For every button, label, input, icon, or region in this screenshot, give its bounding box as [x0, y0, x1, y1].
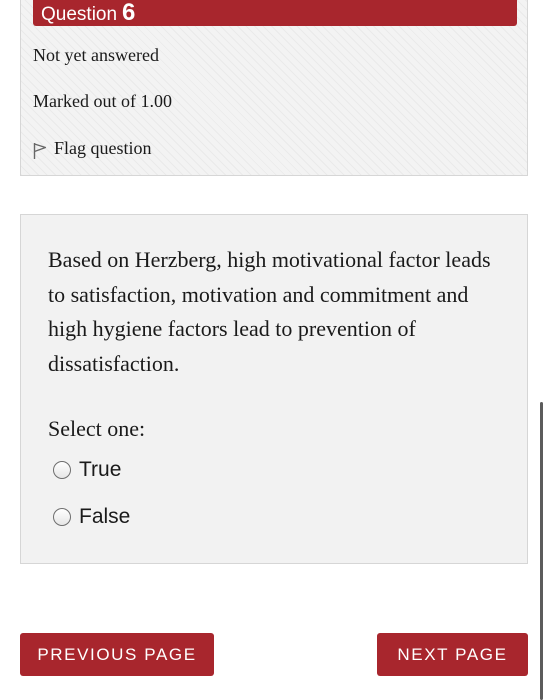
- question-panel: Based on Herzberg, high motivational fac…: [20, 214, 528, 564]
- previous-page-button[interactable]: PREVIOUS PAGE: [20, 633, 214, 676]
- option-false-label: False: [79, 505, 131, 528]
- next-page-button[interactable]: NEXT PAGE: [377, 633, 528, 676]
- question-marks: Marked out of 1.00: [33, 91, 172, 111]
- question-status: Not yet answered: [33, 45, 159, 65]
- radio-button-icon[interactable]: [53, 508, 71, 526]
- flag-question-link[interactable]: Flag question: [33, 136, 152, 160]
- question-info-panel: Question 6 Not yet answered Marked out of…: [20, 0, 528, 176]
- flag-question-label: Flag question: [54, 138, 152, 158]
- option-false[interactable]: False: [53, 503, 130, 531]
- scrollbar[interactable]: [540, 402, 543, 700]
- radio-button-icon[interactable]: [53, 461, 71, 479]
- question-prefix: Question: [41, 4, 118, 25]
- question-header: Question 6: [33, 0, 517, 26]
- question-text: Based on Herzberg, high motivational fac…: [48, 247, 491, 376]
- select-one-prompt: Select one:: [48, 416, 146, 441]
- quiz-page: Question 6 Not yet answered Marked out of…: [0, 0, 549, 700]
- question-number: 6: [122, 0, 136, 26]
- option-true-label: True: [79, 458, 122, 481]
- option-true[interactable]: True: [53, 456, 121, 484]
- flag-icon: [33, 143, 47, 159]
